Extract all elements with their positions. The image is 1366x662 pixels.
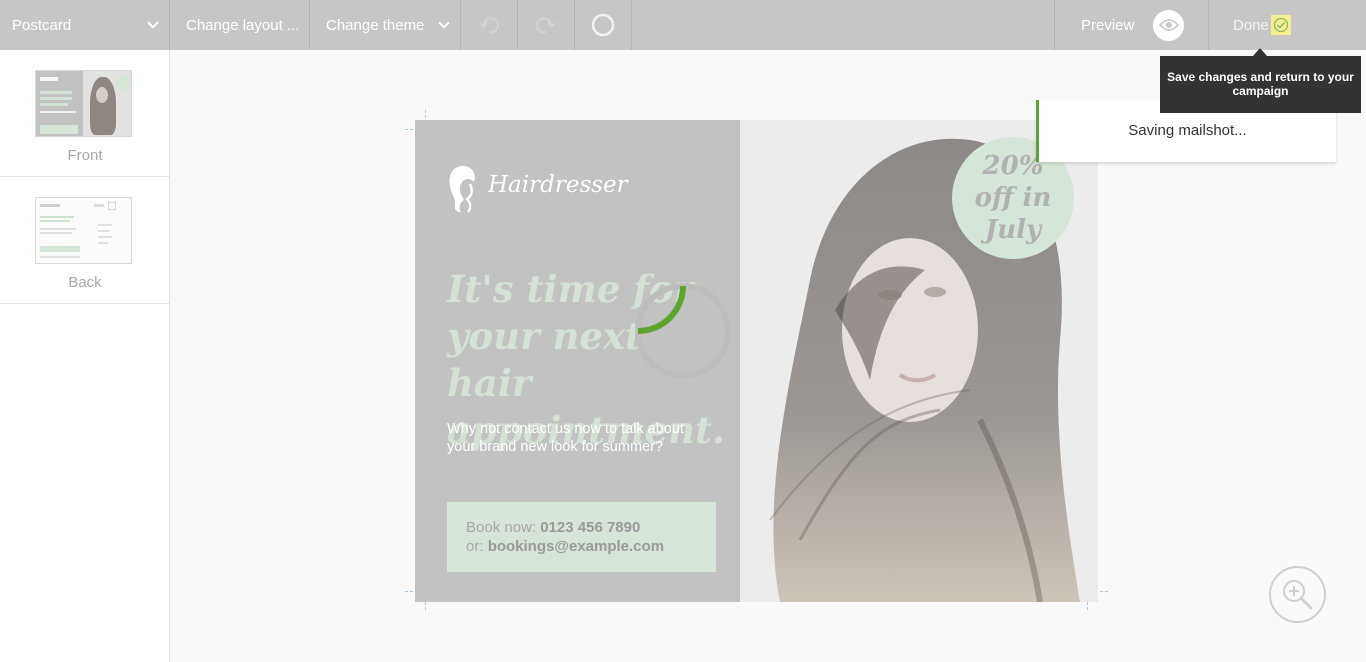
booking-email-line: or: bookings@example.com: [466, 537, 716, 556]
zoom-button[interactable]: [1269, 566, 1326, 623]
check-icon: [1270, 15, 1291, 35]
format-select-label: Postcard: [12, 16, 72, 34]
booking-email: bookings@example.com: [487, 538, 665, 555]
page-thumb-back[interactable]: Back: [0, 177, 169, 304]
badge-line: July: [984, 215, 1042, 245]
save-status: [575, 0, 631, 50]
change-layout-button[interactable]: Change layout ...: [170, 0, 309, 50]
preview-label: Preview: [1081, 16, 1135, 34]
front-thumbnail: [35, 70, 132, 137]
page-label-back: Back: [68, 274, 102, 291]
done-button[interactable]: Done: [1209, 0, 1309, 50]
change-theme-label: Change theme: [326, 16, 425, 34]
subheadline-line: your brand new look for summer?: [447, 439, 663, 455]
preview-button[interactable]: Preview: [1055, 0, 1208, 50]
eye-icon: [1153, 9, 1185, 41]
subheadline[interactable]: Why not contact us now to talk about you…: [447, 420, 717, 456]
page-sidebar: Front Back: [0, 50, 170, 662]
done-tooltip: Save changes and return to your campaign: [1160, 56, 1361, 113]
booking-phone: 0123 456 7890: [540, 519, 641, 536]
undo-button[interactable]: [461, 0, 517, 50]
tooltip-arrow: [1253, 48, 1267, 56]
booking-email-prefix: or:: [466, 538, 484, 555]
redo-button[interactable]: [518, 0, 574, 50]
toolbar-divider: [631, 0, 632, 50]
back-thumbnail: [35, 197, 132, 264]
progress-ring-icon: [591, 13, 615, 37]
saving-message: Saving mailshot...: [1128, 121, 1247, 139]
undo-icon: [479, 17, 499, 34]
page-thumb-front[interactable]: Front: [0, 50, 169, 177]
subheadline-line: Why not contact us now to talk about: [447, 421, 684, 437]
badge-line: off in: [974, 183, 1052, 213]
booking-box[interactable]: Book now: 0123 456 7890 or: bookings@exa…: [447, 502, 716, 572]
done-label: Done: [1233, 16, 1269, 34]
woman-silhouette-icon: [449, 166, 475, 213]
chevron-down-icon: [147, 16, 159, 29]
brand-name: Hairdresser: [488, 172, 628, 198]
top-toolbar: Postcard Change layout ... Change theme …: [0, 0, 1366, 50]
chevron-down-icon: [438, 16, 450, 29]
tooltip-text: Save changes and return to your campaign: [1167, 70, 1354, 98]
booking-phone-line: Book now: 0123 456 7890: [466, 518, 716, 537]
zoom-in-icon: [1283, 580, 1313, 610]
change-theme-select[interactable]: Change theme: [310, 0, 460, 50]
redo-icon: [536, 17, 556, 34]
postcard-front: Hairdresser It's time for your next hair…: [415, 120, 1098, 602]
change-layout-label: Change layout ...: [186, 16, 300, 34]
format-select[interactable]: Postcard: [0, 0, 169, 50]
page-label-front: Front: [67, 147, 103, 164]
loading-spinner: [635, 283, 731, 379]
booking-phone-prefix: Book now:: [466, 519, 537, 536]
